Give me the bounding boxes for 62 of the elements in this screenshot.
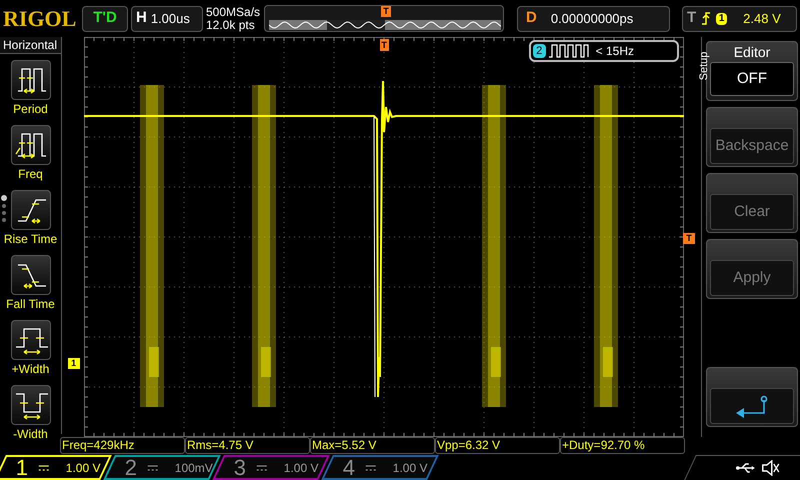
enter-arrow-icon — [734, 394, 770, 418]
measure-label: Freq — [18, 166, 43, 183]
channel-tab[interactable]: 3 1.00 V — [212, 455, 330, 480]
measure-button[interactable] — [10, 125, 50, 165]
measure-button[interactable] — [10, 255, 50, 295]
speaker-muted-icon — [762, 460, 780, 476]
channel-scale: 1.00 V — [65, 460, 101, 476]
channel-number: 1 — [16, 456, 30, 480]
timebase-label: H — [135, 8, 148, 28]
softkey-value: OFF — [710, 62, 794, 96]
measure-label: Period — [13, 101, 48, 118]
delay-label: D — [525, 8, 538, 28]
delay-value: 0.00000000ps — [550, 10, 634, 28]
memory-depth: 12.0k pts — [206, 18, 256, 32]
dc-coupling-icon — [38, 464, 50, 472]
measurement-reading: Freq=429kHz — [60, 437, 185, 454]
measure-label: Rise Time — [4, 231, 58, 248]
trigger-position-marker: T — [380, 39, 389, 51]
channel-number: 4 — [343, 456, 356, 480]
measure-button[interactable] — [10, 190, 50, 230]
square-wave-icon — [548, 44, 589, 58]
measure-button[interactable] — [10, 320, 50, 360]
measure-button[interactable] — [10, 385, 50, 425]
measure-label: Fall Time — [6, 296, 55, 313]
trigger-status: T'D — [82, 6, 128, 32]
channel-scale: 1.00 V — [392, 460, 428, 476]
channel-number: 3 — [234, 456, 248, 480]
trigger-source-badge: 1 — [716, 12, 728, 24]
menu-title: Horizontal — [0, 37, 62, 54]
measurement-reading: Vpp=6.32 V — [435, 437, 560, 454]
softkey-value: Backspace — [710, 128, 794, 164]
channel-tab[interactable]: 2 100mV — [103, 455, 221, 480]
trigger-level-marker: T — [683, 233, 695, 244]
softkey-value: Clear — [710, 194, 794, 230]
trigger-level-value: 2.48 V — [742, 10, 781, 28]
rising-edge-icon — [702, 12, 710, 25]
dc-coupling-icon — [256, 464, 268, 472]
counter-reading: < 15Hz — [594, 43, 634, 60]
timebase-value: 1.00us — [150, 10, 190, 28]
trigger-position-marker: T — [381, 6, 391, 17]
softkey-value: Apply — [710, 260, 794, 296]
channel-badge: 2 — [532, 44, 546, 58]
dc-coupling-icon — [365, 464, 377, 472]
channel-scale: 100mV — [174, 460, 213, 476]
softkey-title: Editor — [734, 44, 770, 60]
softkey-button[interactable] — [706, 367, 798, 427]
channel-tab[interactable]: 1 1.00 V — [0, 455, 112, 480]
channel-offset-marker: 1 — [68, 358, 80, 369]
brand-logo: RIGOL — [3, 8, 78, 30]
measure-label: -Width — [13, 426, 48, 443]
trigger-label: T — [686, 8, 696, 28]
measure-label: +Width — [12, 361, 50, 378]
channel-number: 2 — [125, 456, 138, 480]
channel-scale: 1.00 V — [283, 460, 319, 476]
dc-coupling-icon — [146, 464, 159, 472]
sample-rate: 500MSa/s — [206, 6, 261, 18]
usb-icon — [736, 462, 756, 474]
channel-tab[interactable]: 4 1.00 V — [321, 455, 439, 480]
measurement-reading: Max=5.52 V — [310, 437, 435, 454]
measurement-reading: +Duty=92.70 % — [560, 437, 685, 454]
measure-button[interactable] — [10, 60, 50, 100]
measurement-reading: Rms=4.75 V — [185, 437, 310, 454]
